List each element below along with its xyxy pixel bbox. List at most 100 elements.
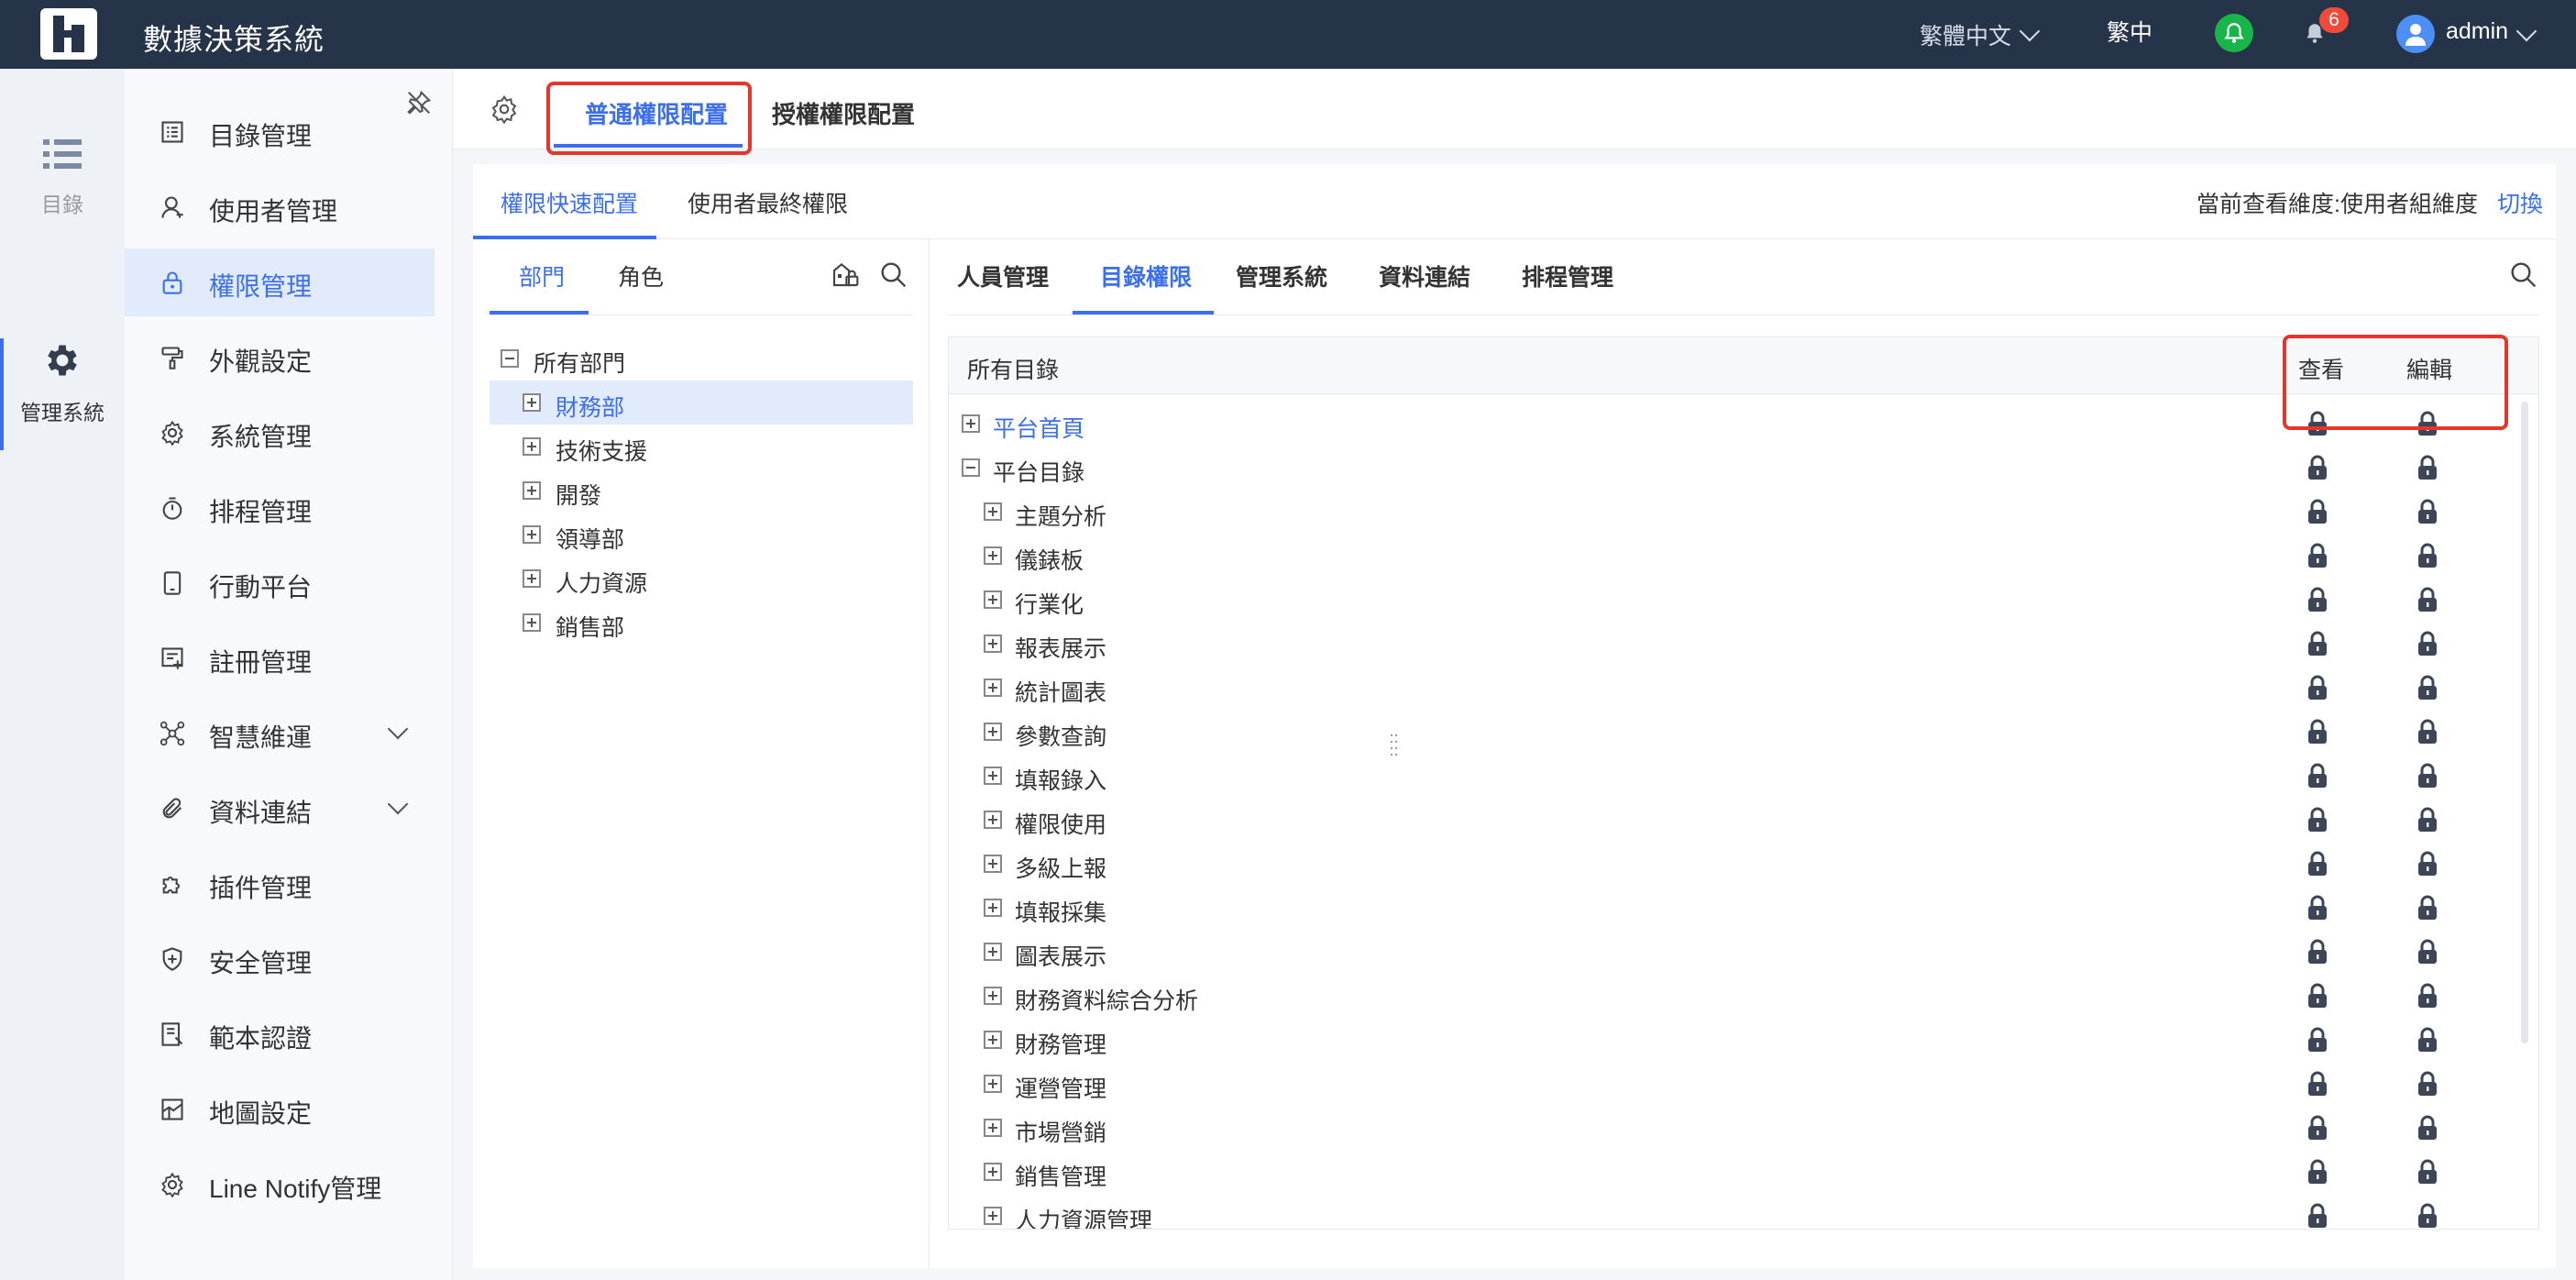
expand-icon[interactable] — [984, 723, 1002, 741]
view-lock-icon[interactable] — [2307, 939, 2328, 965]
tab-quick-config[interactable]: 權限快速配置 — [501, 186, 638, 219]
table-row[interactable]: 儀錶板 — [949, 534, 2507, 578]
edit-lock-icon[interactable] — [2417, 1071, 2438, 1097]
language-selector[interactable]: 繁體中文 — [1920, 18, 2011, 51]
table-row[interactable]: 平台首頁 — [949, 402, 2507, 446]
tab-authorization-permission[interactable]: 授權權限配置 — [772, 96, 915, 130]
menu-item-plugin-management[interactable]: 插件管理 — [125, 850, 435, 918]
expand-icon[interactable] — [523, 437, 541, 456]
table-row[interactable]: 填報錄入 — [949, 754, 2507, 798]
expand-icon[interactable] — [984, 943, 1002, 961]
menu-item-template-certification[interactable]: 範本認證 — [125, 1000, 435, 1068]
edit-lock-icon[interactable] — [2417, 983, 2438, 1009]
expand-icon[interactable] — [984, 1075, 1002, 1093]
tab-role[interactable]: 角色 — [618, 259, 664, 292]
table-row[interactable]: 平台目錄 — [949, 446, 2507, 490]
avatar[interactable] — [2396, 15, 2435, 53]
table-row[interactable]: 運營管理 — [949, 1062, 2507, 1106]
menu-item-data-connection[interactable]: 資料連結 — [125, 775, 435, 843]
expand-icon[interactable] — [984, 899, 1002, 917]
table-row[interactable]: 統計圖表 — [949, 666, 2507, 710]
edit-lock-icon[interactable] — [2417, 1159, 2438, 1185]
table-row[interactable]: 多級上報 — [949, 842, 2507, 886]
expand-icon[interactable] — [984, 987, 1002, 1005]
edit-lock-icon[interactable] — [2417, 499, 2438, 524]
tab-directory-permission[interactable]: 目錄權限 — [1100, 259, 1192, 292]
table-row[interactable]: 報表展示 — [949, 622, 2507, 666]
edit-lock-icon[interactable] — [2417, 807, 2438, 833]
edit-lock-icon[interactable] — [2417, 895, 2438, 921]
tab-management-system[interactable]: 管理系統 — [1236, 259, 1327, 292]
menu-item-system-management[interactable]: 系統管理 — [125, 399, 435, 467]
menu-item-mobile-platform[interactable]: 行動平台 — [125, 549, 435, 617]
table-row[interactable]: 市場營銷 — [949, 1106, 2507, 1150]
tree-node-root[interactable]: 所有部門 — [490, 337, 913, 381]
expand-icon[interactable] — [962, 414, 980, 433]
view-lock-icon[interactable] — [2307, 543, 2328, 568]
table-row[interactable]: 參數查詢 — [949, 710, 2507, 754]
view-lock-icon[interactable] — [2307, 1071, 2328, 1097]
view-lock-icon[interactable] — [2307, 1115, 2328, 1141]
scrollbar[interactable] — [2518, 396, 2531, 1221]
menu-item-smart-operations[interactable]: 智慧維運 — [125, 700, 435, 767]
edit-lock-icon[interactable] — [2417, 719, 2438, 745]
view-lock-icon[interactable] — [2307, 895, 2328, 921]
gear-icon[interactable] — [490, 94, 519, 124]
edit-lock-icon[interactable] — [2417, 1027, 2438, 1053]
edit-lock-icon[interactable] — [2417, 763, 2438, 789]
menu-item-line-notify[interactable]: Line Notify管理 — [125, 1151, 435, 1219]
search-icon[interactable] — [878, 259, 908, 289]
table-row[interactable]: 圖表展示 — [949, 930, 2507, 974]
chevron-down-icon[interactable] — [2019, 20, 2041, 42]
table-row[interactable]: 行業化 — [949, 578, 2507, 622]
tree-node-development[interactable]: 開發 — [490, 469, 913, 513]
edit-lock-icon[interactable] — [2417, 543, 2438, 568]
view-lock-icon[interactable] — [2307, 1027, 2328, 1053]
expand-icon[interactable] — [523, 481, 541, 500]
edit-lock-icon[interactable] — [2417, 455, 2438, 480]
green-bell-icon[interactable] — [2215, 14, 2253, 52]
view-lock-icon[interactable] — [2307, 983, 2328, 1009]
chevron-down-icon[interactable] — [2515, 20, 2537, 42]
expand-icon[interactable] — [984, 1119, 1002, 1137]
view-lock-icon[interactable] — [2307, 1203, 2328, 1229]
username[interactable]: admin — [2446, 18, 2508, 45]
language-short-toggle[interactable]: 繁中 — [2107, 15, 2152, 48]
view-lock-icon[interactable] — [2307, 587, 2328, 612]
table-row[interactable]: 主題分析 — [949, 490, 2507, 534]
expand-icon[interactable] — [984, 811, 1002, 829]
view-lock-icon[interactable] — [2307, 675, 2328, 701]
view-lock-icon[interactable] — [2307, 719, 2328, 745]
expand-icon[interactable] — [984, 502, 1002, 521]
expand-icon[interactable] — [984, 767, 1002, 785]
expand-icon[interactable] — [984, 590, 1002, 609]
row-label[interactable]: 平台首頁 — [993, 411, 1084, 444]
collapse-icon[interactable] — [962, 458, 980, 477]
expand-icon[interactable] — [984, 1207, 1002, 1225]
view-lock-icon[interactable] — [2307, 1159, 2328, 1185]
tree-node-sales[interactable]: 銷售部 — [490, 601, 913, 645]
tab-personnel[interactable]: 人員管理 — [957, 259, 1049, 292]
table-row[interactable]: 填報採集 — [949, 886, 2507, 930]
tree-node-hr[interactable]: 人力資源 — [490, 557, 913, 601]
menu-item-user-management[interactable]: 使用者管理 — [125, 173, 435, 241]
tree-node-tech-support[interactable]: 技術支援 — [490, 425, 913, 469]
expand-icon[interactable] — [984, 679, 1002, 697]
scrollbar-thumb[interactable] — [2521, 402, 2528, 1043]
view-lock-icon[interactable] — [2307, 499, 2328, 524]
view-lock-icon[interactable] — [2307, 455, 2328, 480]
building-lock-icon[interactable] — [831, 259, 860, 289]
tab-department[interactable]: 部門 — [519, 259, 565, 292]
table-row[interactable]: 權限使用 — [949, 798, 2507, 842]
expand-icon[interactable] — [984, 855, 1002, 873]
rail-item-management[interactable]: 管理系統 — [0, 340, 125, 426]
view-lock-icon[interactable] — [2307, 851, 2328, 877]
menu-item-registration-management[interactable]: 註冊管理 — [125, 624, 435, 692]
rail-item-directory[interactable]: 目錄 — [0, 138, 125, 218]
search-icon[interactable] — [2508, 259, 2537, 289]
menu-item-permission-management[interactable]: 權限管理 — [125, 248, 435, 316]
edit-lock-icon[interactable] — [2417, 631, 2438, 657]
expand-icon[interactable] — [984, 546, 1002, 565]
menu-item-schedule-management[interactable]: 排程管理 — [125, 474, 435, 542]
expand-icon[interactable] — [984, 634, 1002, 653]
